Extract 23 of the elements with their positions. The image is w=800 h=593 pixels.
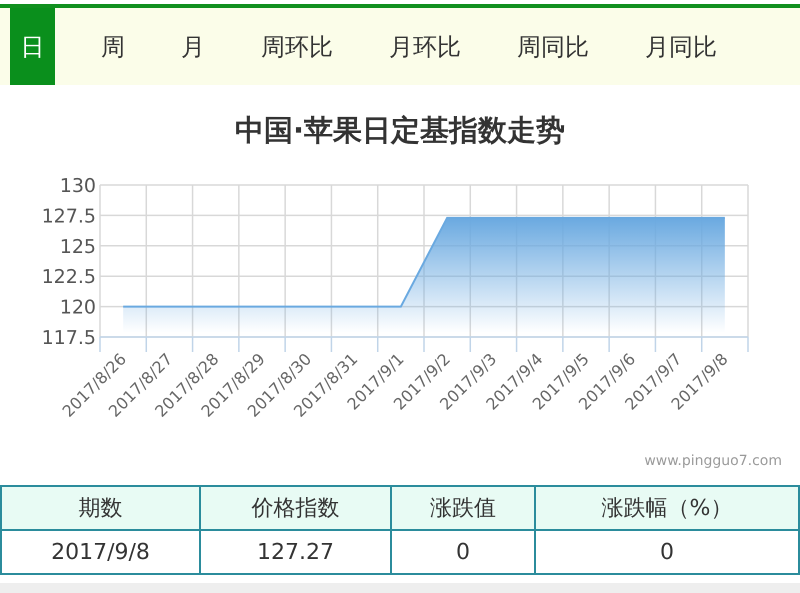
table-cell: 2017/9/8 xyxy=(1,530,200,574)
y-axis-label: 122.5 xyxy=(42,266,96,288)
tab[interactable]: 月 xyxy=(171,8,215,85)
table-cell: 127.27 xyxy=(200,530,391,574)
y-axis-label: 120 xyxy=(60,296,96,319)
y-axis-label: 130 xyxy=(60,175,96,197)
column-header: 涨跌值 xyxy=(391,486,535,530)
table-cell: 0 xyxy=(535,530,799,574)
tab[interactable]: 周环比 xyxy=(251,8,343,85)
chart-title: 中国·苹果日定基指数走势 xyxy=(234,112,566,149)
chart-credit: www.pingguo7.com xyxy=(644,453,782,471)
tab[interactable]: 月同比 xyxy=(635,8,727,85)
tab[interactable]: 周同比 xyxy=(507,8,599,85)
column-header: 期数 xyxy=(1,486,200,530)
column-header: 价格指数 xyxy=(200,486,391,530)
tab[interactable]: 日 xyxy=(10,8,55,85)
y-axis-label: 125 xyxy=(60,236,96,258)
column-header: 涨跌幅（%） xyxy=(535,486,799,530)
y-axis-label: 117.5 xyxy=(42,327,96,349)
table-cell: 0 xyxy=(391,530,535,574)
tab[interactable]: 周 xyxy=(91,8,135,85)
tab[interactable]: 月环比 xyxy=(379,8,471,85)
y-axis-label: 127.5 xyxy=(42,205,96,228)
